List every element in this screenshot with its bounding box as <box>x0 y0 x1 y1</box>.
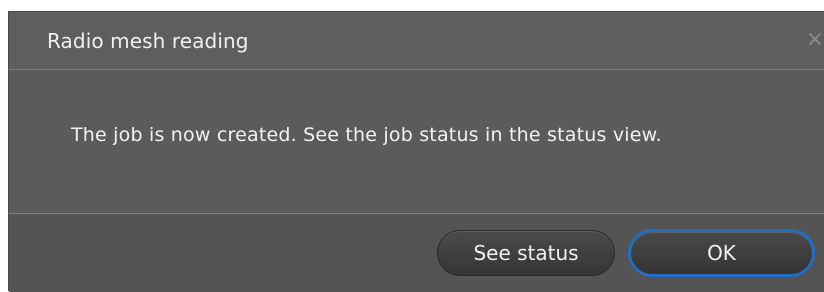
dialog-titlebar: Radio mesh reading × <box>9 12 824 70</box>
dialog-window: Radio mesh reading × The job is now crea… <box>8 11 824 292</box>
dialog-body: The job is now created. See the job stat… <box>9 70 824 213</box>
dialog-footer: See status OK <box>9 213 824 292</box>
dialog-title: Radio mesh reading <box>47 29 249 53</box>
ok-button[interactable]: OK <box>628 229 815 277</box>
dialog-message: The job is now created. See the job stat… <box>71 124 662 146</box>
close-icon[interactable]: × <box>805 29 824 51</box>
see-status-button[interactable]: See status <box>437 230 615 276</box>
